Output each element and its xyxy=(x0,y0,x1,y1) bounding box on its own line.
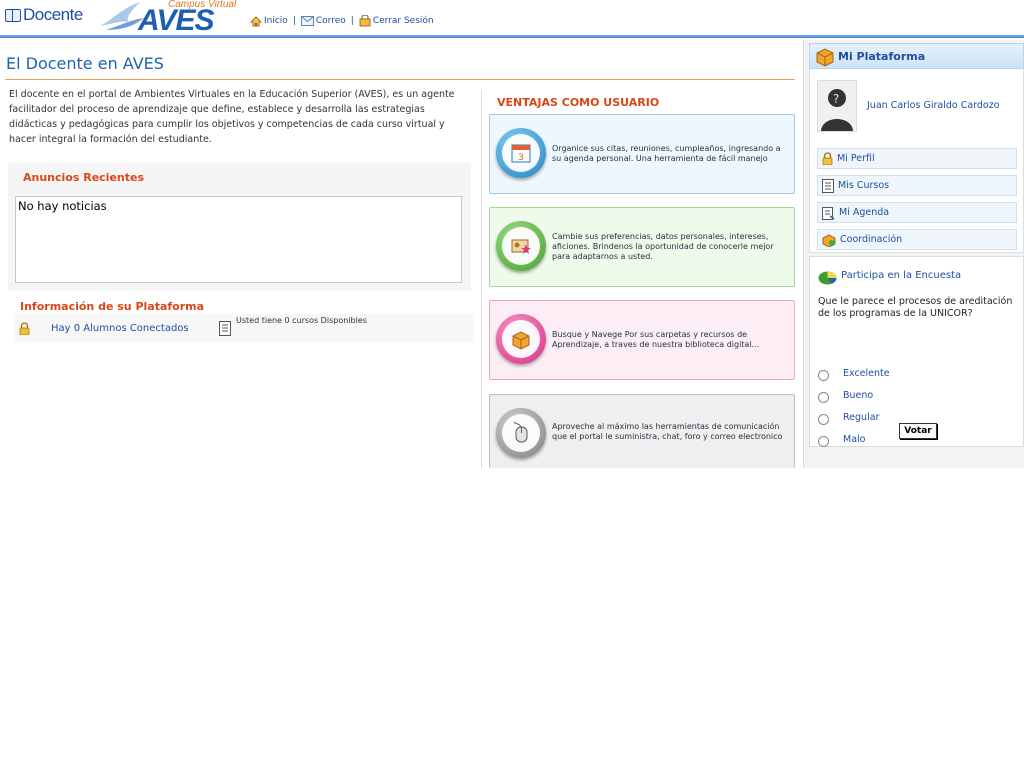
survey-option-label: Malo xyxy=(843,434,866,445)
survey-option-bueno[interactable]: Bueno xyxy=(818,390,874,403)
aves-logo-text: AVES xyxy=(138,4,214,37)
radio-excelente[interactable] xyxy=(818,370,829,381)
document-icon xyxy=(822,178,834,193)
survey-option-excelente[interactable]: Excelente xyxy=(818,368,890,381)
my-platform-header: Mi Plataforma xyxy=(809,43,1024,69)
logout-icon xyxy=(359,15,371,27)
main-content: El Docente en AVES El docente en el port… xyxy=(0,40,802,468)
title-divider xyxy=(5,79,795,80)
nav-correo[interactable]: Correo xyxy=(300,16,346,26)
top-navigation: Inicio | Correo | Cerrar Sesión xyxy=(250,15,434,27)
user-silhouette-icon: ? xyxy=(821,89,853,131)
advantage-card-agenda[interactable]: 3 Organice sus citas, reuniones, cumplea… xyxy=(489,114,795,194)
avatar[interactable]: ? xyxy=(817,80,857,132)
nav-inicio-label: Inicio xyxy=(264,16,288,26)
docente-logo-text: Docente xyxy=(23,5,83,24)
radio-regular[interactable] xyxy=(818,414,829,425)
nav-cerrar-sesion-label: Cerrar Sesión xyxy=(372,16,434,26)
nav-cerrar-sesion[interactable]: Cerrar Sesión xyxy=(359,15,434,27)
survey-option-label: Bueno xyxy=(843,390,874,401)
nav-separator: | xyxy=(292,16,296,26)
advantage-card-communication[interactable]: Aproveche al máximo las herramientas de … xyxy=(489,394,795,468)
lock-icon xyxy=(822,152,833,165)
aves-logo[interactable]: Campus Virtual AVES xyxy=(96,0,240,37)
menu-coordinacion-label: Coordinación xyxy=(840,234,903,245)
survey-panel: Participa en la Encuesta Que le parece e… xyxy=(809,256,1024,447)
svg-text:?: ? xyxy=(833,92,839,106)
box-icon xyxy=(816,48,834,67)
connected-students-link[interactable]: Hay 0 Alumnos Conectados xyxy=(51,323,189,334)
mail-icon xyxy=(300,16,314,26)
available-courses-text: Usted tiene 0 cursos Disponibles xyxy=(236,316,367,325)
survey-chart-icon xyxy=(818,271,837,285)
mouse-icon xyxy=(496,408,546,458)
nav-correo-label: Correo xyxy=(315,16,346,26)
advantage-card-library[interactable]: Busque y Navege Por sus carpetas y recur… xyxy=(489,300,795,380)
package-icon xyxy=(496,314,546,364)
survey-option-regular[interactable]: Regular xyxy=(818,412,880,425)
menu-mis-cursos-label: Mis Cursos xyxy=(838,180,890,191)
nav-inicio[interactable]: Inicio xyxy=(250,15,288,27)
survey-question: Que le parece el procesos de areditación… xyxy=(818,296,1013,319)
survey-option-label: Regular xyxy=(843,412,880,423)
announcements-panel: Anuncios Recientes No hay noticias xyxy=(8,163,471,291)
header-divider xyxy=(0,35,1024,38)
home-icon xyxy=(250,15,262,26)
menu-mi-agenda[interactable]: Mi Agenda xyxy=(817,202,1017,223)
svg-text:3: 3 xyxy=(518,153,524,163)
menu-mis-cursos[interactable]: Mis Cursos xyxy=(817,175,1017,196)
announcements-list[interactable]: No hay noticias xyxy=(15,196,462,283)
survey-option-label: Excelente xyxy=(843,368,890,379)
agenda-icon xyxy=(822,206,835,220)
user-name[interactable]: Juan Carlos Giraldo Cardozo xyxy=(867,100,1000,111)
header: Docente Campus Virtual AVES Inicio | Cor… xyxy=(0,0,1024,38)
announcements-title: Anuncios Recientes xyxy=(23,171,145,184)
right-sidebar: Mi Plataforma ? Juan Carlos Giraldo Card… xyxy=(803,40,1024,468)
menu-mi-agenda-label: Mi Agenda xyxy=(839,207,890,218)
survey-option-malo[interactable]: Malo xyxy=(818,434,866,447)
radio-malo[interactable] xyxy=(818,436,829,447)
radio-bueno[interactable] xyxy=(818,392,829,403)
docente-logo[interactable]: Docente xyxy=(5,4,83,26)
document-icon xyxy=(219,321,231,336)
my-platform-title: Mi Plataforma xyxy=(838,50,926,63)
advantage-card-profile[interactable]: Cambie sus preferencias, datos personale… xyxy=(489,207,795,287)
my-platform-panel: ? Juan Carlos Giraldo Cardozo Mi Perfil … xyxy=(809,69,1024,253)
intro-paragraph: El docente en el portal de Ambientes Vir… xyxy=(9,89,455,145)
menu-mi-perfil-label: Mi Perfil xyxy=(837,153,875,164)
nav-separator: | xyxy=(350,16,354,26)
users-lock-icon xyxy=(19,322,30,335)
advantage-card-library-text: Busque y Navege Por sus carpetas y recur… xyxy=(552,330,760,349)
menu-coordinacion[interactable]: Coordinación xyxy=(817,229,1017,250)
survey-title[interactable]: Participa en la Encuesta xyxy=(841,270,961,281)
advantage-card-agenda-text: Organice sus citas, reuniones, cumpleaño… xyxy=(552,144,781,163)
advantage-card-communication-text: Aproveche al máximo las herramientas de … xyxy=(552,421,783,441)
book-icon xyxy=(5,8,21,22)
platform-info-title: Información de su Plataforma xyxy=(20,300,205,313)
page-title: El Docente en AVES xyxy=(6,54,164,73)
menu-mi-perfil[interactable]: Mi Perfil xyxy=(817,148,1017,169)
advantages-title: VENTAJAS COMO USUARIO xyxy=(497,96,660,109)
coordination-icon xyxy=(822,233,836,247)
column-divider xyxy=(481,90,482,468)
platform-info-row: Hay 0 Alumnos Conectados Usted tiene 0 c… xyxy=(14,314,474,342)
calendar-icon: 3 xyxy=(496,128,546,178)
vote-button[interactable]: Votar xyxy=(899,423,937,439)
profile-star-icon xyxy=(496,221,546,271)
advantage-card-profile-text: Cambie sus preferencias, datos personale… xyxy=(552,232,774,261)
